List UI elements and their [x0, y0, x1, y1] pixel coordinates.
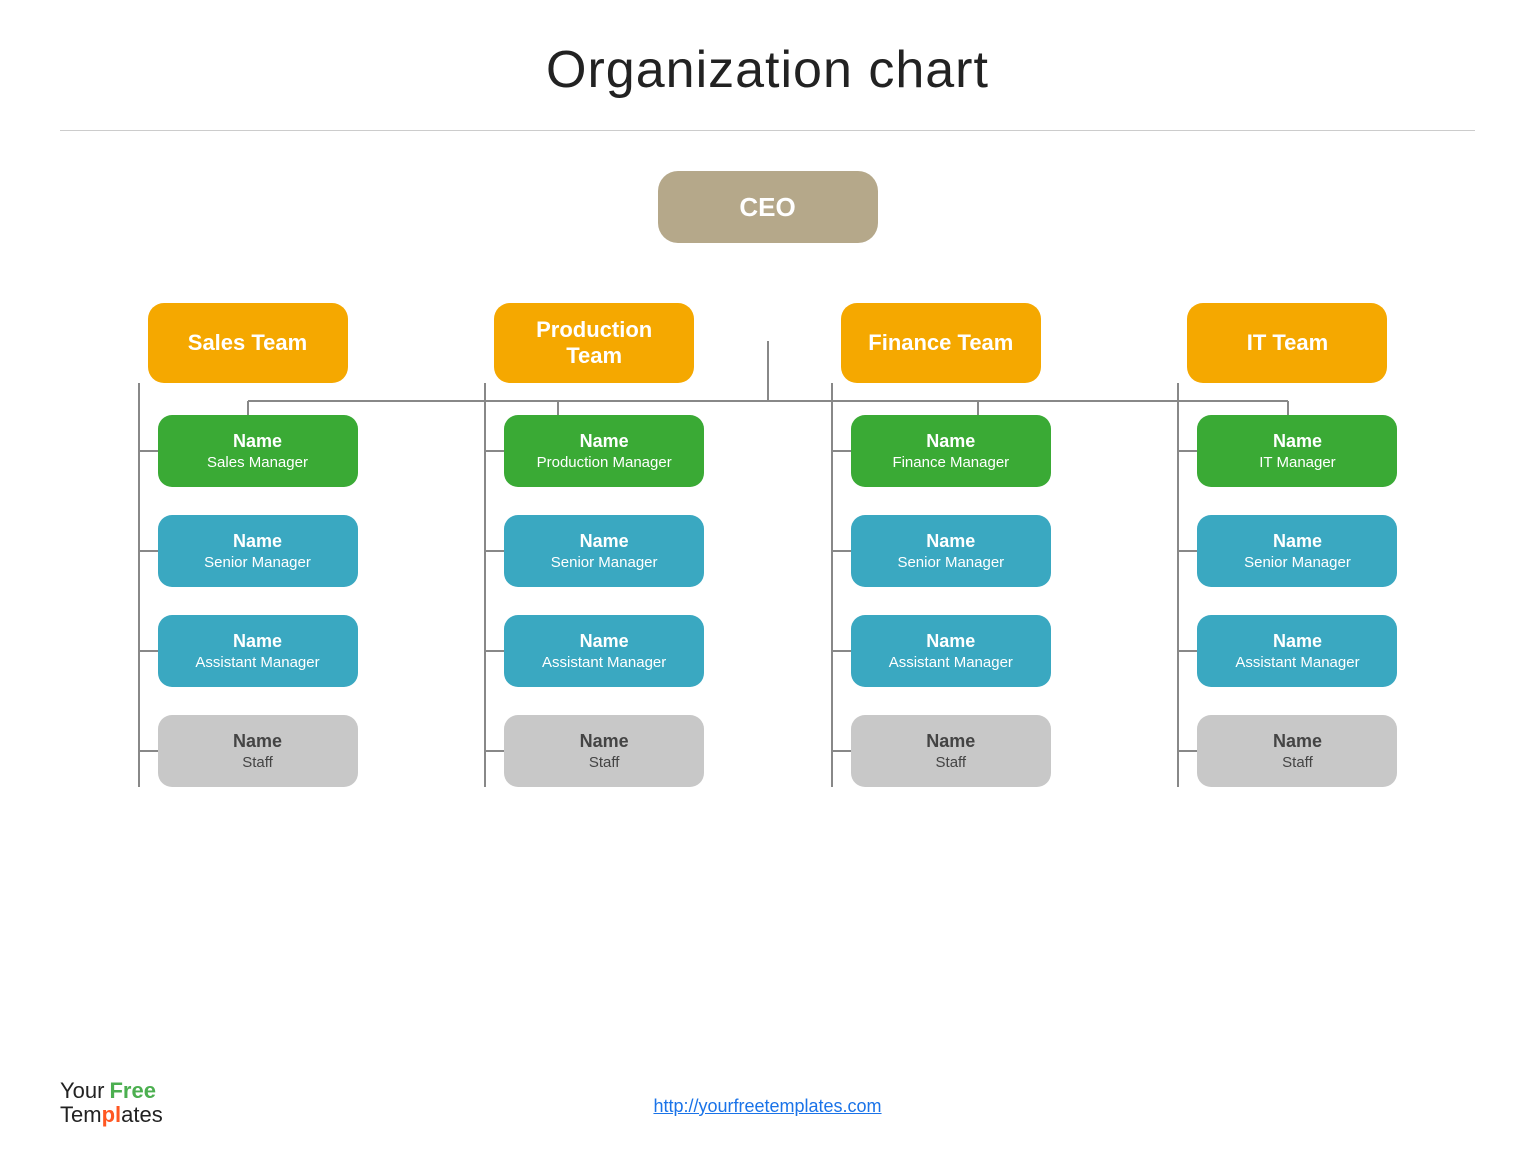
sales-tick-h2 [138, 550, 158, 552]
prod-tick-1 [484, 383, 486, 415]
ceo-node: CEO [658, 171, 878, 243]
asst-it: Name Assistant Manager [1197, 615, 1397, 687]
prod-nodes: Name Production Manager Name Senior Mana… [484, 383, 704, 787]
team-sales: Sales Team [148, 303, 348, 383]
sales-manager-row: Name Sales Manager [138, 415, 358, 487]
logo-pl: pl [102, 1103, 122, 1127]
sales-bracket-line [138, 415, 140, 787]
ceo-row: CEO [658, 171, 878, 243]
prod-tick-h2 [484, 550, 504, 552]
it-tick-h4 [1177, 750, 1197, 752]
fin-manager-row: Name Finance Manager [831, 415, 1051, 487]
sales-staff-row: Name Staff [138, 715, 358, 787]
sales-tick-h3 [138, 650, 158, 652]
chart-container: CEO Sales Team [0, 131, 1535, 807]
logo-your: Your [60, 1079, 104, 1103]
it-staff-row: Name Staff [1177, 715, 1397, 787]
logo-free: Free [109, 1079, 155, 1103]
senior-it: Name Senior Manager [1197, 515, 1397, 587]
it-bracket-line [1177, 415, 1179, 787]
asst-production: Name Assistant Manager [504, 615, 704, 687]
col-sales: Sales Team Name Sales Manage [93, 303, 403, 787]
fin-staff-row: Name Staff [831, 715, 1051, 787]
team-production: Production Team [494, 303, 694, 383]
logo-ates: ates [121, 1103, 163, 1127]
team-finance: Finance Team [841, 303, 1041, 383]
sales-stack: Name Sales Manager Name Senior Manager [138, 383, 358, 787]
prod-staff-row: Name Staff [484, 715, 704, 787]
staff-it: Name Staff [1197, 715, 1397, 787]
fin-tick-h1 [831, 450, 851, 452]
it-tick-h2 [1177, 550, 1197, 552]
logo-line1: Your Free [60, 1079, 163, 1103]
fin-tick-h4 [831, 750, 851, 752]
fin-nodes: Name Finance Manager Name Senior Manager [831, 383, 1051, 787]
footer-url[interactable]: http://yourfreetemplates.com [653, 1096, 881, 1116]
it-nodes: Name IT Manager Name Senior Manager [1177, 383, 1397, 787]
col-production: Production Team Name Production Manager [439, 303, 749, 787]
prod-manager-row: Name Production Manager [484, 415, 704, 487]
sales-tick-h1 [138, 450, 158, 452]
manager-sales: Name Sales Manager [158, 415, 358, 487]
page-title: Organization chart [0, 0, 1535, 130]
sales-senior-row: Name Senior Manager [138, 515, 358, 587]
it-stack: Name IT Manager Name Senior Manager [1177, 383, 1397, 787]
prod-senior-row: Name Senior Manager [484, 515, 704, 587]
it-tick-h1 [1177, 450, 1197, 452]
senior-sales: Name Senior Manager [158, 515, 358, 587]
senior-production: Name Senior Manager [504, 515, 704, 587]
footer-logo: Your Free Tem pl ates [60, 1079, 163, 1127]
col-it: IT Team Name IT Manager [1132, 303, 1442, 787]
manager-production: Name Production Manager [504, 415, 704, 487]
fin-tick-h3 [831, 650, 851, 652]
manager-finance: Name Finance Manager [851, 415, 1051, 487]
columns-row: Sales Team Name Sales Manage [93, 303, 1443, 787]
manager-it: Name IT Manager [1197, 415, 1397, 487]
it-tick-1 [1177, 383, 1179, 415]
prod-bracket-line [484, 415, 486, 787]
staff-finance: Name Staff [851, 715, 1051, 787]
logo-tem: Tem [60, 1103, 102, 1127]
fin-stack: Name Finance Manager Name Senior Manager [831, 383, 1051, 787]
fin-senior-row: Name Senior Manager [831, 515, 1051, 587]
sales-asst-row: Name Assistant Manager [138, 615, 358, 687]
prod-tick-h1 [484, 450, 504, 452]
sales-nodes: Name Sales Manager Name Senior Manager [138, 383, 358, 787]
fin-tick-h2 [831, 550, 851, 552]
fin-tick-1 [831, 383, 833, 415]
staff-production: Name Staff [504, 715, 704, 787]
it-senior-row: Name Senior Manager [1177, 515, 1397, 587]
senior-finance: Name Senior Manager [851, 515, 1051, 587]
sales-tick-h4 [138, 750, 158, 752]
asst-sales: Name Assistant Manager [158, 615, 358, 687]
prod-stack: Name Production Manager Name Senior Mana… [484, 383, 704, 787]
prod-asst-row: Name Assistant Manager [484, 615, 704, 687]
logo-line2: Tem pl ates [60, 1103, 163, 1127]
it-asst-row: Name Assistant Manager [1177, 615, 1397, 687]
it-manager-row: Name IT Manager [1177, 415, 1397, 487]
prod-tick-h4 [484, 750, 504, 752]
fin-bracket-line [831, 415, 833, 787]
it-tick-h3 [1177, 650, 1197, 652]
prod-tick-h3 [484, 650, 504, 652]
fin-asst-row: Name Assistant Manager [831, 615, 1051, 687]
asst-finance: Name Assistant Manager [851, 615, 1051, 687]
sales-tick-1 [138, 383, 140, 415]
staff-sales: Name Staff [158, 715, 358, 787]
col-finance: Finance Team Name Finance Manager [786, 303, 1096, 787]
team-it: IT Team [1187, 303, 1387, 383]
footer-link-container: http://yourfreetemplates.com [653, 1096, 881, 1117]
